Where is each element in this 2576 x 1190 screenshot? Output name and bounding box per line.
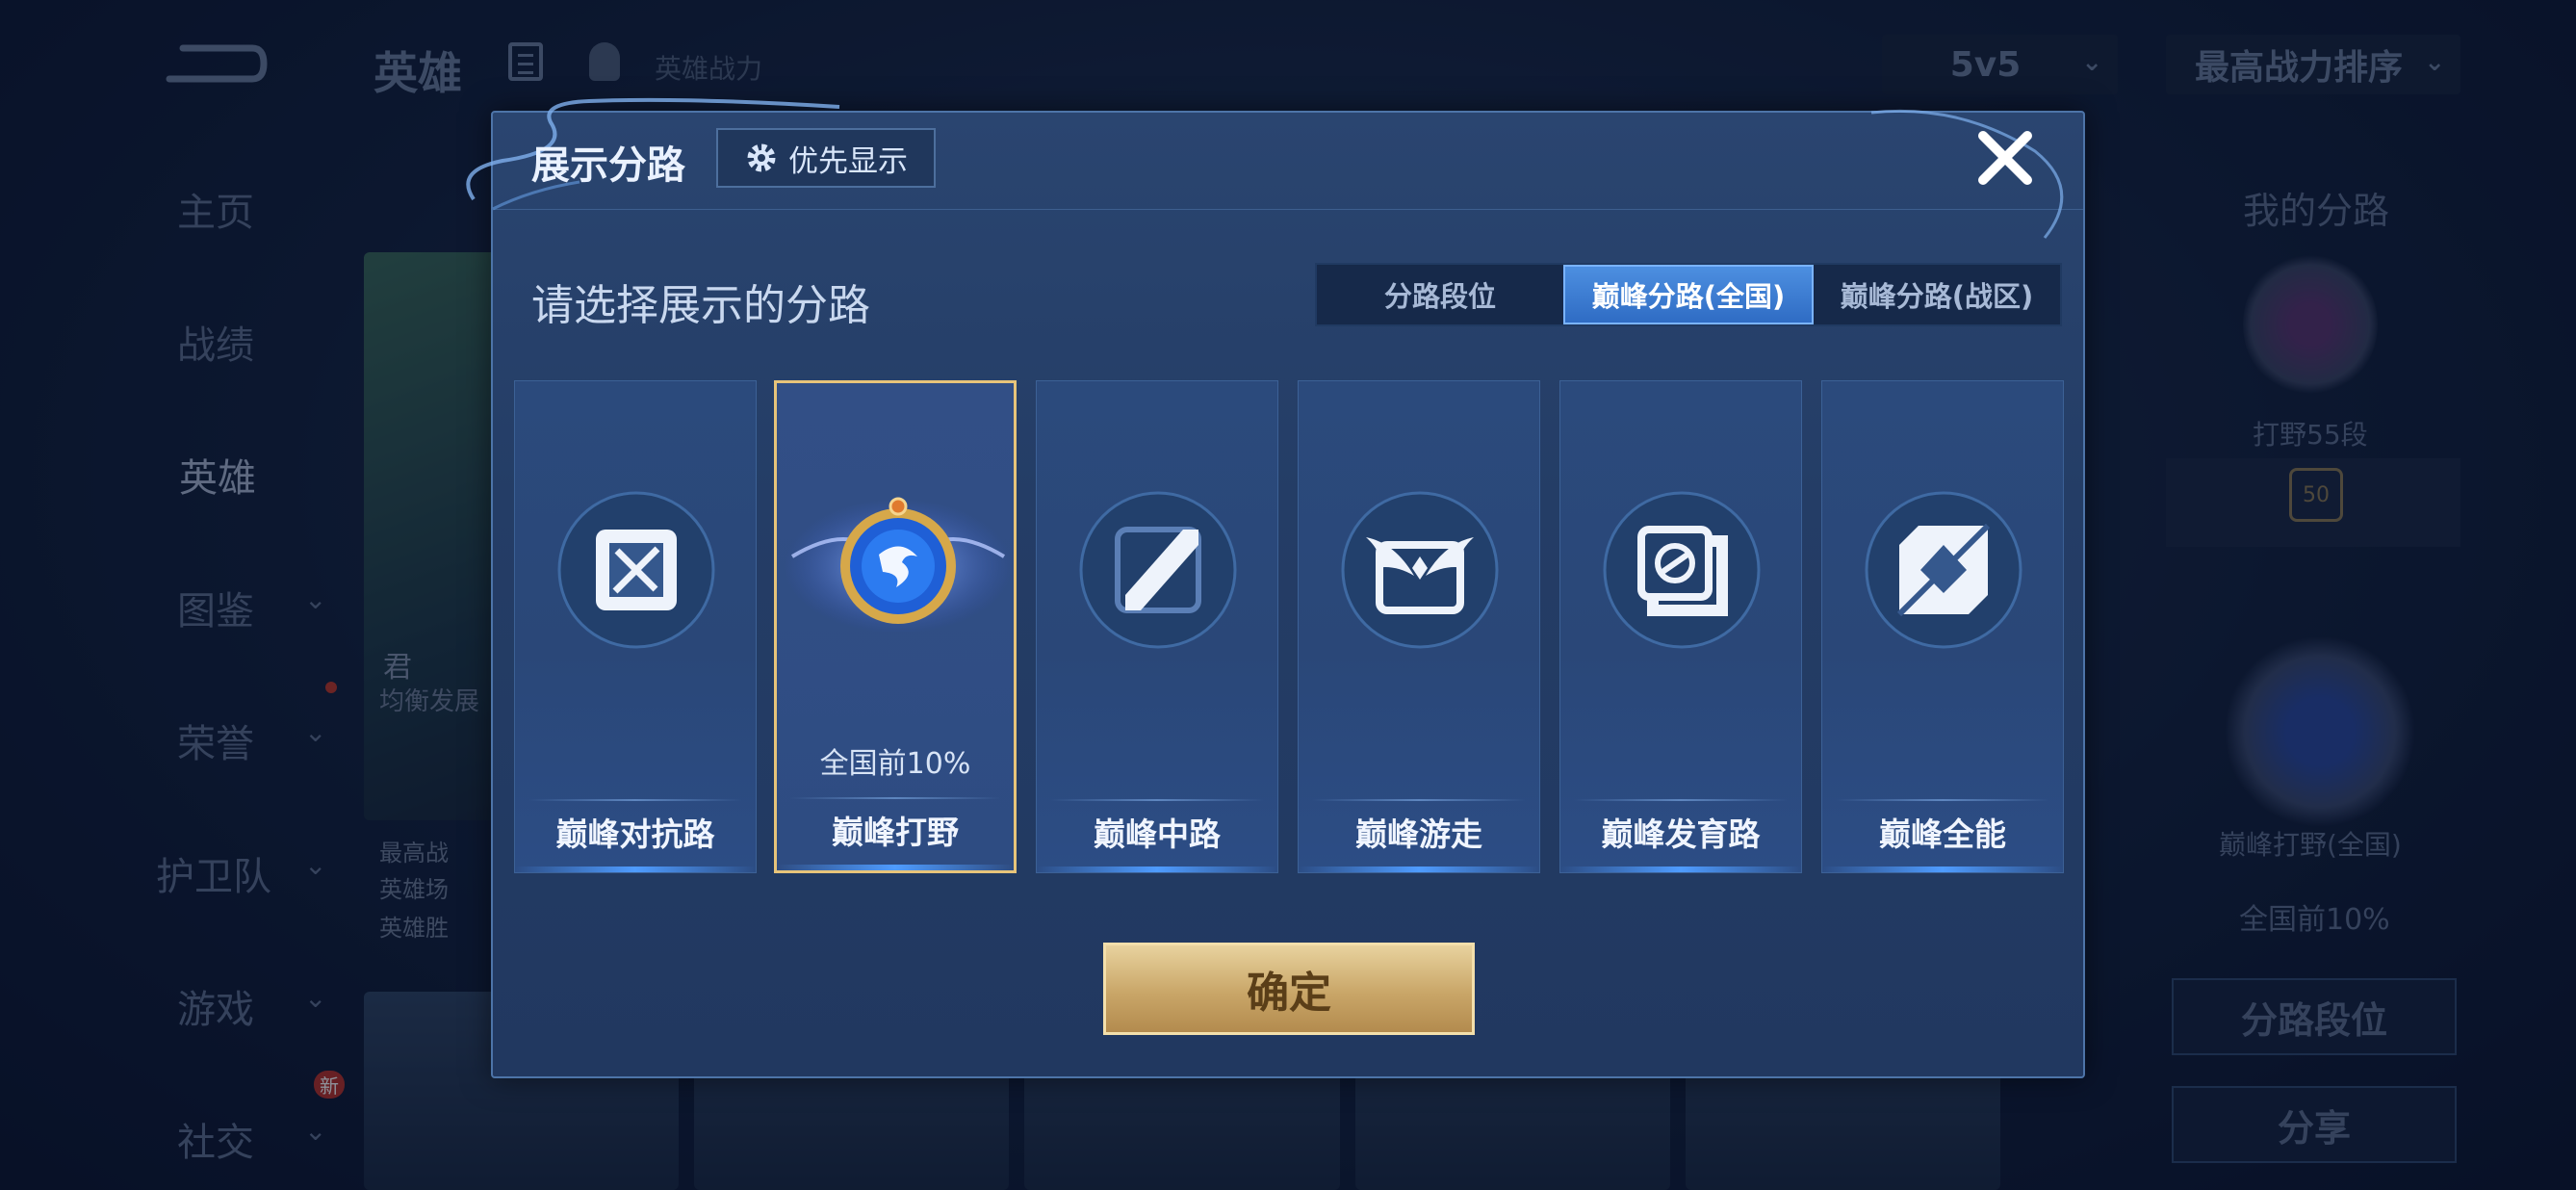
card-divider (790, 797, 1000, 799)
cloud-swirl-ornament (1870, 109, 2064, 239)
tab-peak-national[interactable]: 巅峰分路(全国) (1563, 265, 1814, 324)
lane-card-all-round[interactable]: 巅峰全能 (1821, 380, 2064, 873)
lane-card-name: 巅峰打野 (832, 814, 959, 851)
priority-display-label: 优先显示 (788, 143, 908, 179)
card-divider (1574, 799, 1788, 801)
card-divider (1312, 799, 1526, 801)
confirm-button[interactable]: 确定 (1103, 943, 1475, 1035)
dialog-subtitle: 请选择展示的分路 (531, 281, 870, 330)
lane-card-clash[interactable]: 巅峰对抗路 (514, 380, 757, 873)
lane-card-list: 巅峰对抗路 全国前10% 巅峰打野 巅峰中路 巅峰游走 巅峰发育路 巅峰全能 (514, 380, 2066, 873)
lane-card-farm[interactable]: 巅峰发育路 (1559, 380, 1802, 873)
lane-card-name: 巅峰游走 (1355, 815, 1482, 853)
clash-lane-icon (557, 491, 715, 649)
lane-card-roam[interactable]: 巅峰游走 (1298, 380, 1540, 873)
close-icon[interactable] (1973, 126, 2037, 190)
farm-lane-icon (1603, 491, 1761, 649)
card-divider (1050, 799, 1264, 801)
mid-lane-icon (1079, 491, 1237, 649)
lane-card-name: 巅峰对抗路 (555, 815, 715, 853)
dialog-title: 展示分路 (531, 143, 685, 188)
lane-card-name: 巅峰中路 (1094, 815, 1221, 853)
lane-tab-bar: 分路段位 巅峰分路(全国) 巅峰分路(战区) (1315, 263, 2062, 326)
lane-display-dialog: 展示分路 优先显示 请选择展示的分路 分路段位 巅峰分路(全国) 巅峰分路(战区… (466, 97, 2085, 1078)
gear-icon (747, 143, 776, 172)
lane-card-jungle[interactable]: 全国前10% 巅峰打野 (774, 380, 1017, 873)
card-divider (528, 799, 742, 801)
lane-card-name: 巅峰全能 (1879, 815, 2006, 853)
tab-lane-rank[interactable]: 分路段位 (1317, 265, 1563, 324)
lane-card-mid[interactable]: 巅峰中路 (1036, 380, 1278, 873)
tab-peak-region[interactable]: 巅峰分路(战区) (1814, 265, 2060, 324)
jungle-dragon-icon (785, 497, 1012, 634)
roam-wings-icon (1341, 491, 1499, 649)
lane-card-rank: 全国前10% (819, 747, 971, 781)
lane-card-name: 巅峰发育路 (1601, 815, 1761, 853)
all-round-icon (1865, 491, 2022, 649)
card-divider (1836, 799, 2049, 801)
priority-display-button[interactable]: 优先显示 (716, 128, 936, 188)
